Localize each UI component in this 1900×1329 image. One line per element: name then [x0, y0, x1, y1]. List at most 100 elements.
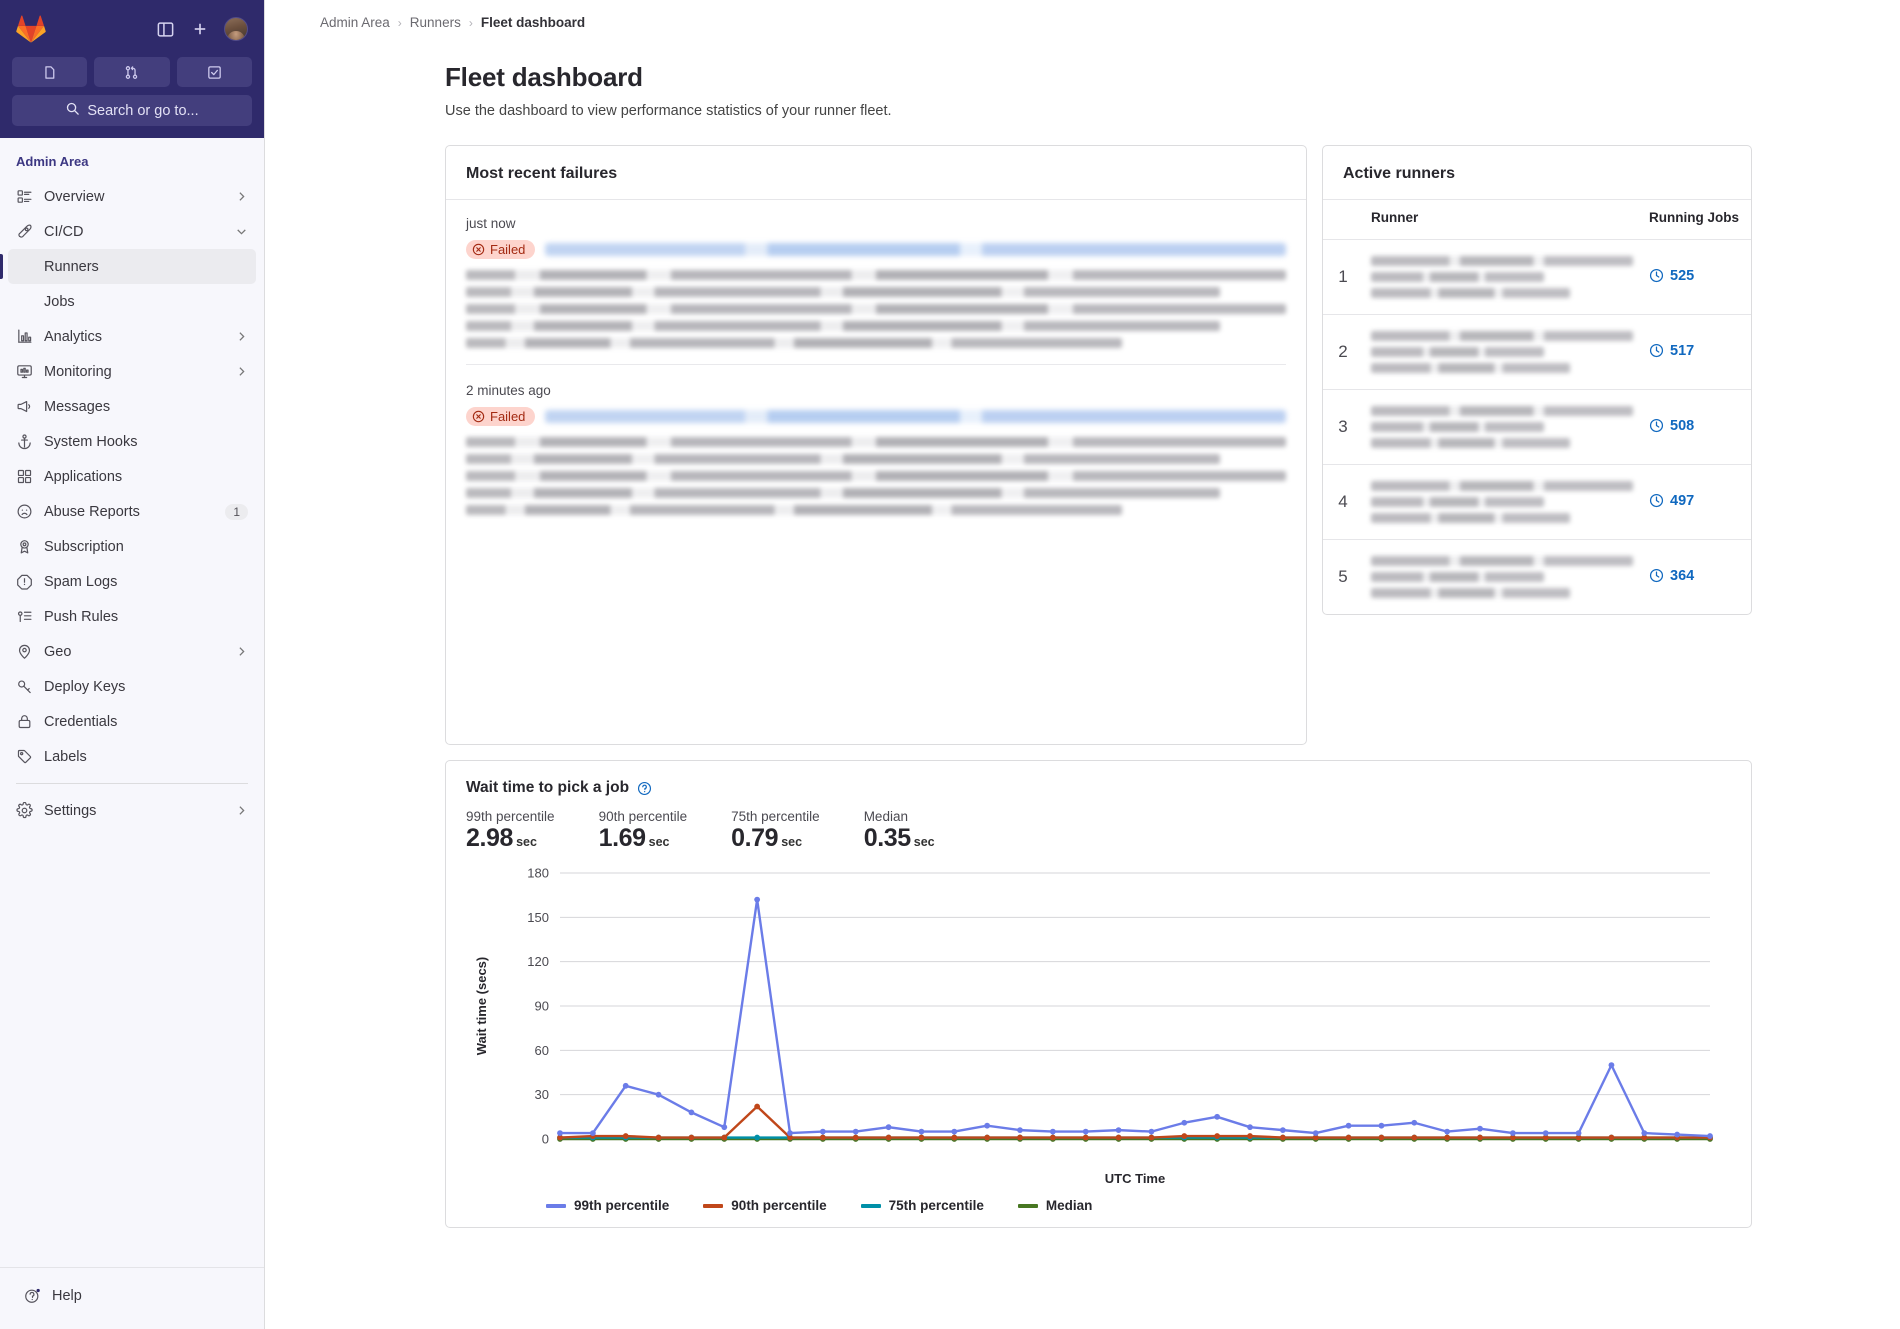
rocket-icon — [16, 223, 33, 240]
sidebar-item-overview[interactable]: Overview — [8, 179, 256, 214]
sidebar-item-push-rules[interactable]: Push Rules — [8, 599, 256, 634]
issues-icon[interactable] — [12, 57, 88, 87]
sidebar-item-badge: 1 — [225, 503, 248, 520]
data-point — [1049, 1128, 1056, 1135]
sidebar-item-applications[interactable]: Applications — [8, 459, 256, 494]
sad-face-icon — [16, 503, 33, 520]
gear-icon — [16, 802, 33, 819]
runner-name-cell[interactable] — [1363, 239, 1641, 315]
percentile-stat: Median 0.35 sec — [864, 809, 979, 853]
runner-rank: 5 — [1323, 539, 1363, 614]
legend-color-swatch — [860, 1203, 881, 1208]
error-circle-icon — [472, 243, 485, 256]
sidebar-item-geo[interactable]: Geo — [8, 634, 256, 669]
sidebar-item-ci-cd[interactable]: CI/CD — [8, 214, 256, 249]
sidebar-item-messages[interactable]: Messages — [8, 389, 256, 424]
data-point — [1542, 1130, 1549, 1136]
data-point — [1608, 1134, 1615, 1141]
sidebar-item-monitoring[interactable]: Monitoring — [8, 354, 256, 389]
sidebar-item-abuse-reports[interactable]: Abuse Reports 1 — [8, 494, 256, 529]
running-jobs-count: 517 — [1670, 342, 1695, 359]
y-axis-tick-label: 0 — [542, 1132, 549, 1147]
running-jobs-link[interactable]: 508 — [1649, 418, 1694, 434]
data-point — [1082, 1128, 1089, 1135]
plus-icon[interactable] — [189, 18, 211, 40]
data-point — [1345, 1122, 1352, 1129]
analytics-icon — [16, 328, 33, 345]
dashboard-cards-row: Most recent failures just now Failed 2 min… — [445, 145, 1845, 745]
percentile-stat: 75th percentile 0.79 sec — [731, 809, 864, 853]
sidebar-item-system-hooks[interactable]: System Hooks — [8, 424, 256, 459]
chevron-right-icon — [235, 804, 248, 817]
redacted-runner-name — [1371, 331, 1633, 373]
gitlab-logo-icon[interactable] — [16, 15, 46, 43]
sidebar-item-spam-logs[interactable]: Spam Logs — [8, 564, 256, 599]
breadcrumb-item[interactable]: Admin Area — [320, 15, 390, 30]
sidebar-item-label: Overview — [44, 188, 105, 205]
running-jobs-count: 497 — [1670, 492, 1695, 509]
running-jobs-link[interactable]: 517 — [1649, 343, 1694, 359]
legend-item[interactable]: 90th percentile — [703, 1198, 827, 1213]
stat-number: 0.79 — [731, 824, 779, 852]
sidebar-item-credentials[interactable]: Credentials — [8, 704, 256, 739]
legend-label: Median — [1045, 1198, 1093, 1213]
search-icon — [65, 101, 80, 120]
sidebar-item-runners[interactable]: Runners — [0, 249, 256, 284]
redacted-job-link[interactable] — [545, 243, 1286, 256]
runner-name-cell[interactable] — [1363, 314, 1641, 390]
data-point — [1378, 1122, 1385, 1129]
sidebar-item-label: Messages — [44, 398, 111, 415]
legend-item[interactable]: Median — [1017, 1198, 1093, 1213]
percentile-stat-value: 0.79 sec — [731, 824, 820, 853]
data-point — [951, 1128, 958, 1135]
sidebar-item-help[interactable]: Help — [16, 1278, 248, 1313]
help-circle-icon[interactable] — [637, 781, 652, 796]
status-badge: Failed — [466, 240, 536, 259]
sidebar-item-jobs[interactable]: Jobs — [8, 284, 256, 319]
search-input[interactable]: Search or go to... — [12, 95, 252, 126]
runner-name-cell[interactable] — [1363, 389, 1641, 465]
running-jobs-link[interactable]: 497 — [1649, 493, 1694, 509]
failure-timestamp: just now — [466, 216, 516, 231]
column-runner: Runner — [1371, 210, 1419, 225]
data-point — [1115, 1127, 1122, 1134]
clock-icon — [1649, 493, 1664, 508]
sidebar-item-labels[interactable]: Labels — [8, 739, 256, 774]
data-point — [589, 1130, 596, 1136]
sidebar-nav: Admin Area Overview CI/CD Runners Jobs Analy… — [0, 138, 264, 1267]
legend-item[interactable]: 99th percentile — [546, 1198, 669, 1213]
sidebar-item-deploy-keys[interactable]: Deploy Keys — [8, 669, 256, 704]
runner-name-cell[interactable] — [1363, 464, 1641, 540]
data-point — [1049, 1134, 1056, 1141]
sidebar-item-label: Jobs — [44, 293, 75, 310]
runners-table-body: 1 525 2 517 3 508 4 497 5 364 — [1323, 239, 1751, 614]
y-axis-tick-label: 120 — [527, 954, 549, 969]
panel-toggle-icon[interactable] — [154, 18, 176, 40]
sidebar-item-settings[interactable]: Settings — [8, 793, 256, 828]
percentile-stat: 90th percentile 1.69 sec — [599, 809, 732, 853]
redacted-job-link[interactable] — [545, 410, 1286, 423]
user-avatar[interactable] — [224, 17, 248, 41]
running-jobs-link[interactable]: 364 — [1649, 568, 1694, 584]
most-recent-failures-card: Most recent failures just now Failed 2 min… — [445, 145, 1307, 745]
running-jobs-link[interactable]: 525 — [1649, 268, 1694, 284]
push-rules-icon — [16, 608, 33, 625]
runner-jobs-cell: 508 — [1641, 389, 1751, 465]
breadcrumb: Admin Area › Runners › Fleet dashboard — [265, 0, 1900, 30]
data-point — [1345, 1134, 1352, 1141]
applications-grid-icon — [16, 468, 33, 485]
main-content: Admin Area › Runners › Fleet dashboard Fleet… — [265, 0, 1900, 1329]
breadcrumb-item: Fleet dashboard — [480, 15, 586, 30]
sidebar-item-analytics[interactable]: Analytics — [8, 319, 256, 354]
legend-label: 90th percentile — [731, 1198, 827, 1213]
running-jobs-count: 508 — [1670, 417, 1695, 434]
runner-name-cell[interactable] — [1363, 539, 1641, 614]
stat-number: 2.98 — [466, 824, 514, 852]
sidebar-item-subscription[interactable]: Subscription — [8, 529, 256, 564]
data-point — [1214, 1133, 1221, 1139]
todo-checkbox-icon[interactable] — [176, 57, 252, 87]
breadcrumb-item[interactable]: Runners — [410, 15, 461, 30]
sidebar-item-label: Deploy Keys — [44, 678, 126, 695]
merge-request-icon[interactable] — [94, 57, 170, 87]
legend-item[interactable]: 75th percentile — [860, 1198, 984, 1213]
